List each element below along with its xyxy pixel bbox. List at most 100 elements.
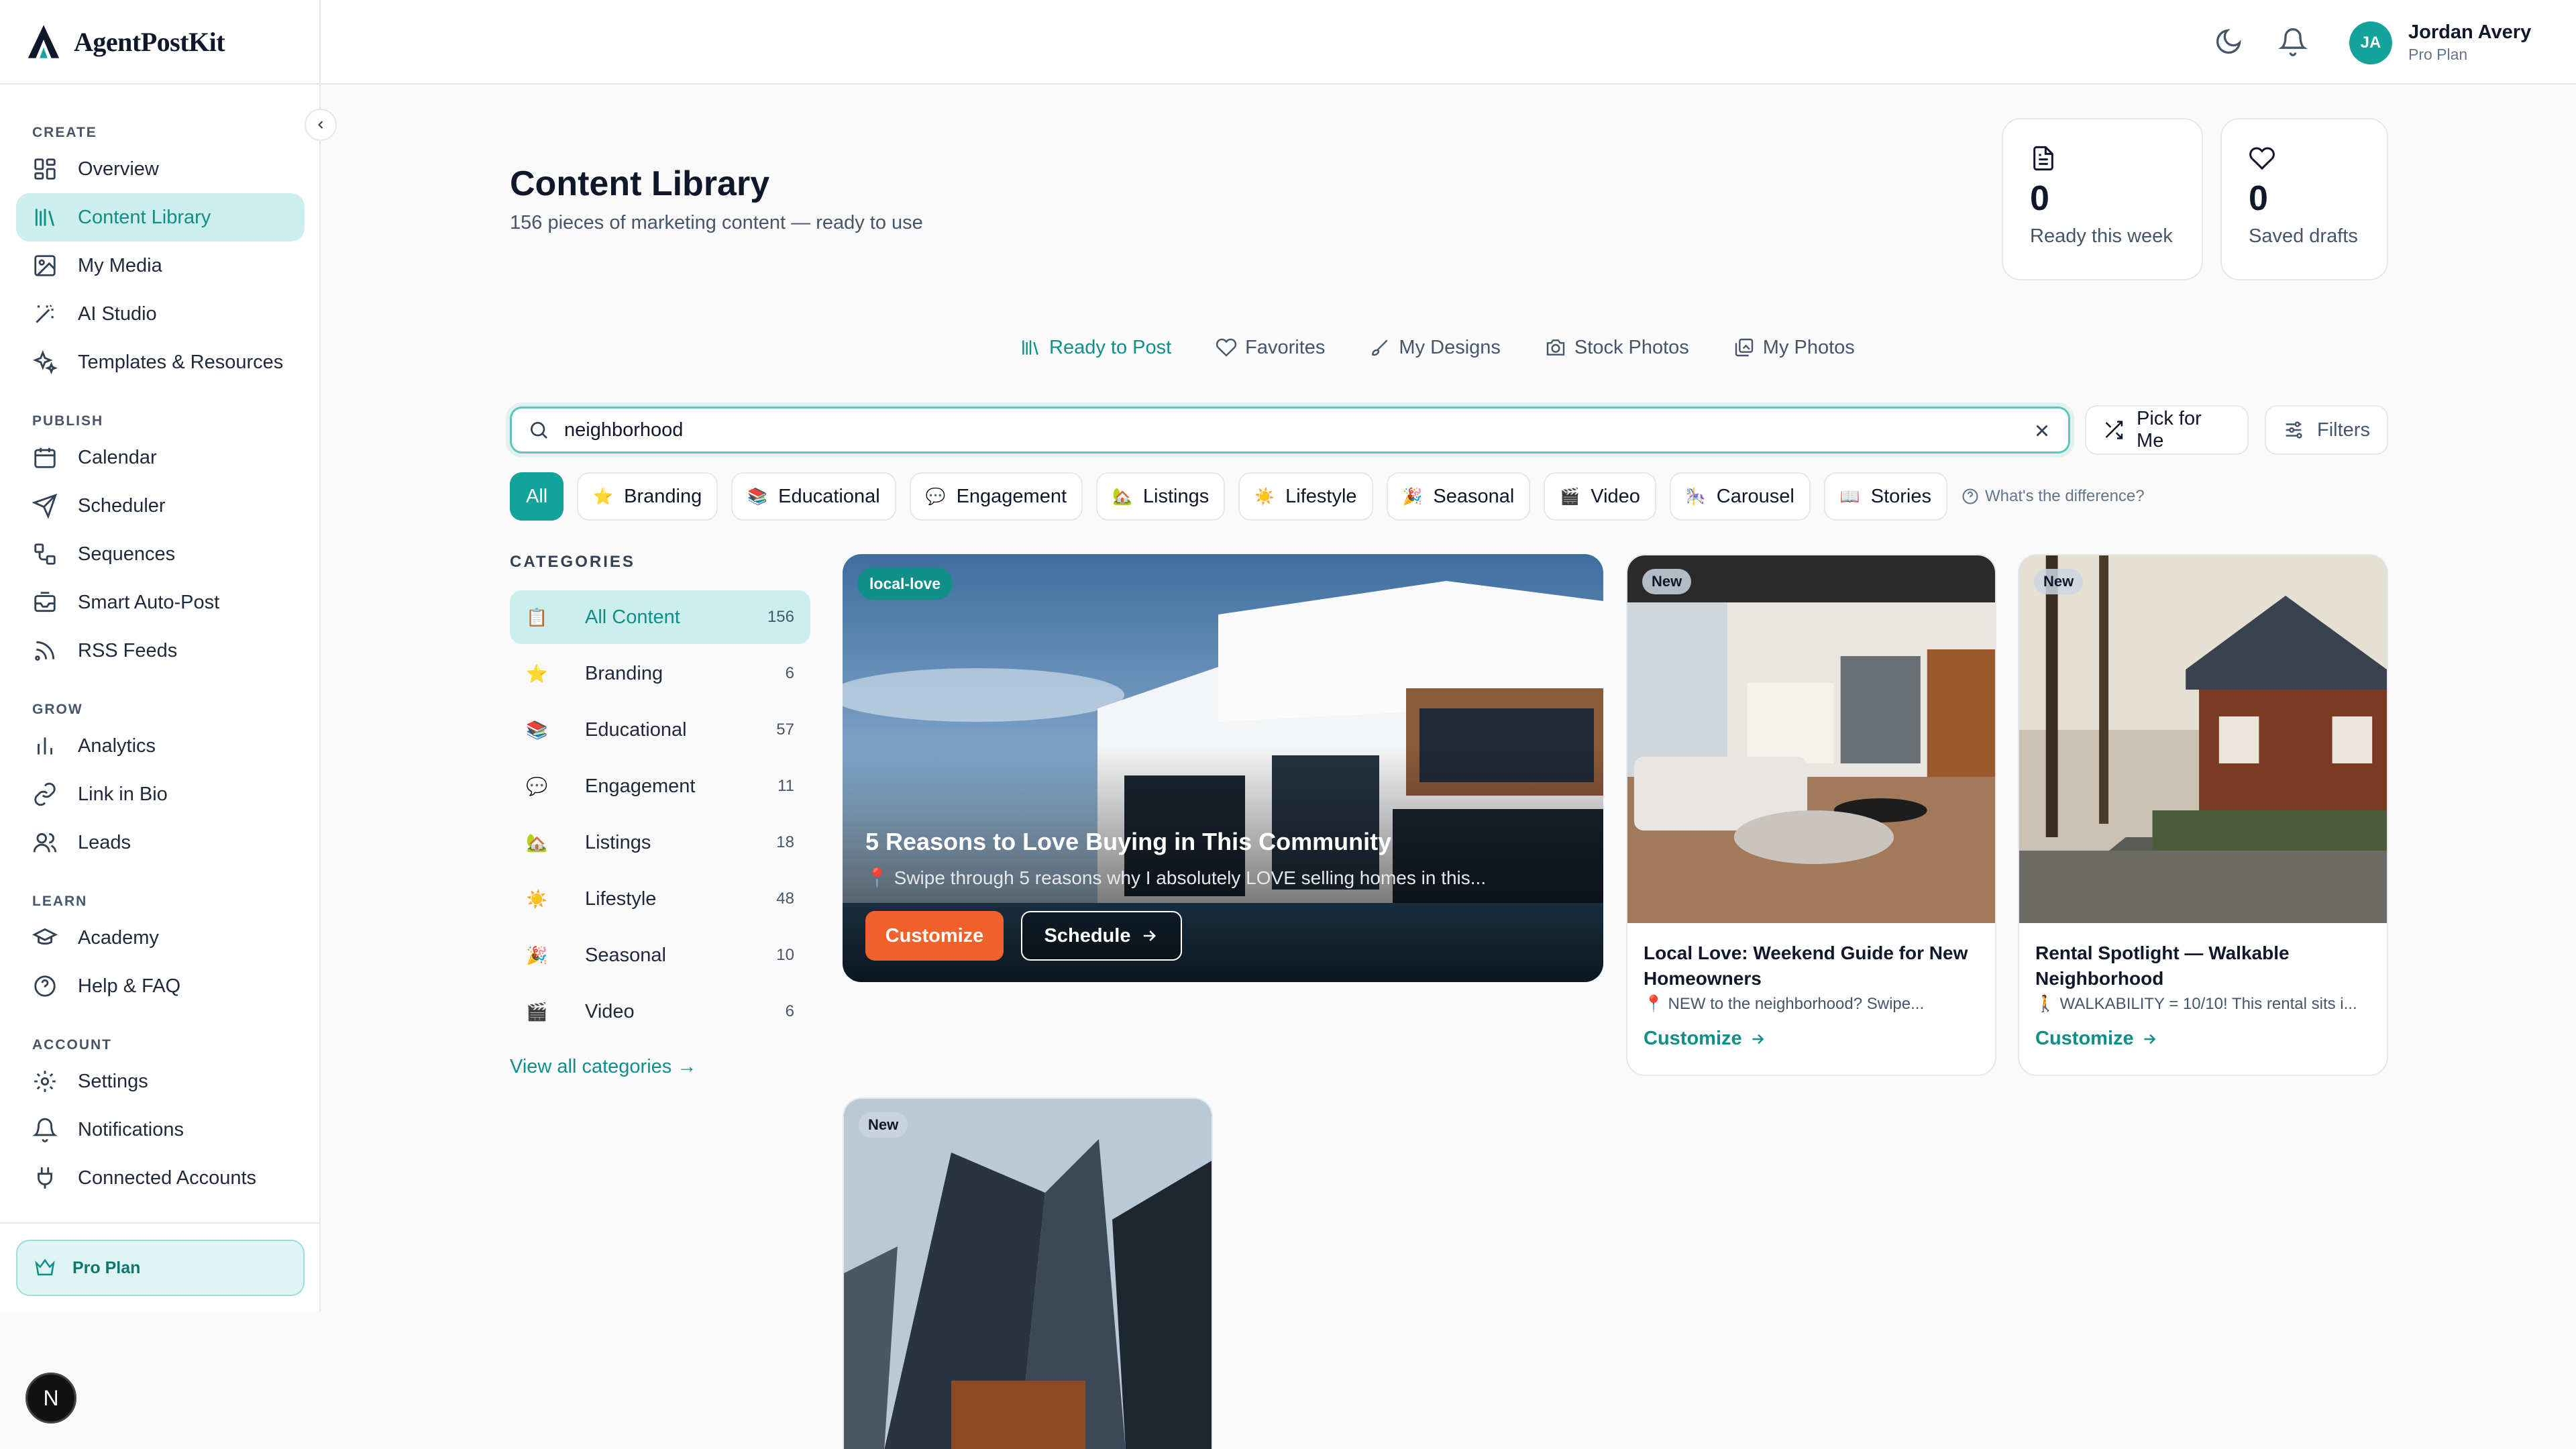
filters-label: Filters <box>2317 419 2370 441</box>
chip-educational[interactable]: 📚 Educational <box>731 472 896 521</box>
tab-ready-to-post[interactable]: Ready to Post <box>1020 337 1171 359</box>
help-circle-icon <box>1962 488 1978 504</box>
dev-badge[interactable]: N <box>25 1373 76 1424</box>
nav-section-grow: GROW Analytics Link in Bio Leads <box>16 698 305 867</box>
avatar[interactable]: JA <box>2349 21 2392 64</box>
chip-stories[interactable]: 📖 Stories <box>1823 472 1948 521</box>
stat-card-ready[interactable]: 0 Ready this week <box>2002 118 2203 280</box>
category-count: 57 <box>776 720 794 739</box>
sidebar-item-scheduler[interactable]: Scheduler <box>16 482 305 530</box>
inbox-icon <box>34 592 56 612</box>
chip-label: Carousel <box>1716 485 1794 507</box>
customize-button[interactable]: Customize <box>865 911 1004 961</box>
brand[interactable]: AgentPostKit <box>0 0 319 85</box>
tab-my-designs[interactable]: My Designs <box>1369 337 1501 359</box>
chip-label: Listings <box>1142 485 1210 507</box>
image-icon <box>34 255 56 276</box>
chip-branding[interactable]: ⭐ Branding <box>577 472 718 521</box>
sidebar-item-label: RSS Feeds <box>78 639 178 661</box>
pick-for-me-button[interactable]: Pick for Me <box>2085 405 2249 455</box>
sidebar-item-calendar[interactable]: Calendar <box>16 433 305 482</box>
sidebar-item-academy[interactable]: Academy <box>16 914 305 962</box>
sidebar-item-analytics[interactable]: Analytics <box>16 722 305 770</box>
category-all-content[interactable]: 📋 All Content 156 <box>510 590 810 644</box>
sidebar-item-leads[interactable]: Leads <box>16 818 305 867</box>
content-card[interactable]: New Local Love: Weekend Guide for New Ho… <box>1626 554 1996 1076</box>
view-all-categories-link[interactable]: View all categories → <box>510 1056 696 1078</box>
chip-all[interactable]: All <box>510 472 564 521</box>
whats-the-difference-link[interactable]: What's the difference? <box>1961 487 2145 506</box>
content-card[interactable]: New <box>843 1097 1213 1449</box>
party-icon: 🎉 <box>1402 487 1423 506</box>
star-icon: ⭐ <box>593 487 614 506</box>
chip-carousel[interactable]: 🎠 Carousel <box>1669 472 1811 521</box>
book-icon: 📖 <box>1839 487 1860 506</box>
camera-icon <box>1546 339 1565 356</box>
chip-video[interactable]: 🎬 Video <box>1544 472 1656 521</box>
search-input[interactable]: neighborhood <box>510 407 2070 453</box>
sidebar-item-templates[interactable]: Templates & Resources <box>16 338 305 386</box>
sidebar-item-connected-accounts[interactable]: Connected Accounts <box>16 1154 305 1202</box>
new-badge: New <box>2034 569 2084 594</box>
category-count: 10 <box>776 946 794 964</box>
category-label: Video <box>585 1000 635 1022</box>
category-video[interactable]: 🎬 Video 6 <box>510 985 810 1038</box>
sidebar-item-sequences[interactable]: Sequences <box>16 530 305 578</box>
tab-my-photos[interactable]: My Photos <box>1733 337 1855 359</box>
sun-icon: ☀️ <box>1254 487 1275 506</box>
stat-card-drafts[interactable]: 0 Saved drafts <box>2220 118 2388 280</box>
chip-label: Seasonal <box>1433 485 1515 507</box>
sidebar-item-content-library[interactable]: Content Library <box>16 193 305 241</box>
sidebar-item-smart-auto-post[interactable]: Smart Auto-Post <box>16 578 305 627</box>
user-name[interactable]: Jordan Avery <box>2408 21 2531 44</box>
pro-plan-button[interactable]: Pro Plan <box>16 1240 305 1296</box>
arrow-right-icon <box>1144 930 1157 941</box>
sidebar-item-label: Sequences <box>78 543 176 565</box>
category-educational[interactable]: 📚 Educational 57 <box>510 703 810 757</box>
sidebar-item-notifications[interactable]: Notifications <box>16 1106 305 1154</box>
filters-button[interactable]: Filters <box>2265 405 2388 455</box>
category-lifestyle[interactable]: ☀️ Lifestyle 48 <box>510 872 810 926</box>
card-customize-link[interactable]: Customize <box>2035 1028 2158 1050</box>
card-image-cottage <box>2019 555 2387 923</box>
nav-section-publish: PUBLISH Calendar Scheduler Sequences Sma… <box>16 409 305 675</box>
featured-content-card[interactable]: local-love 5 Reasons to Love Buying in T… <box>843 554 1603 982</box>
category-label: Engagement <box>585 775 696 797</box>
card-customize-link[interactable]: Customize <box>1644 1028 1766 1050</box>
chip-engagement[interactable]: 💬 Engagement <box>909 472 1083 521</box>
category-label: Branding <box>585 662 663 684</box>
category-label: Lifestyle <box>585 888 657 910</box>
sidebar-item-rss-feeds[interactable]: RSS Feeds <box>16 627 305 675</box>
stat-value: 0 <box>2030 179 2049 218</box>
sidebar-item-settings[interactable]: Settings <box>16 1057 305 1106</box>
chip-seasonal[interactable]: 🎉 Seasonal <box>1386 472 1531 521</box>
sidebar-item-ai-studio[interactable]: AI Studio <box>16 290 305 338</box>
nav-section-create: CREATE Overview Content Library My Media… <box>16 121 305 386</box>
chip-listings[interactable]: 🏡 Listings <box>1096 472 1226 521</box>
carousel-icon: 🎠 <box>1685 487 1706 506</box>
sidebar-item-label: Smart Auto-Post <box>78 591 220 613</box>
notifications-bell-icon[interactable] <box>2278 27 2308 56</box>
dark-mode-icon[interactable] <box>2214 27 2243 56</box>
category-engagement[interactable]: 💬 Engagement 11 <box>510 759 810 813</box>
sidebar-item-help[interactable]: Help & FAQ <box>16 962 305 1010</box>
tab-favorites[interactable]: Favorites <box>1216 337 1325 359</box>
house-icon: 🏡 <box>526 832 548 853</box>
clear-search-icon[interactable] <box>2032 421 2052 441</box>
sidebar-item-overview[interactable]: Overview <box>16 145 305 193</box>
bell-icon <box>32 1118 58 1142</box>
chip-lifestyle[interactable]: ☀️ Lifestyle <box>1238 472 1373 521</box>
wand-icon <box>36 305 54 323</box>
category-seasonal[interactable]: 🎉 Seasonal 10 <box>510 928 810 982</box>
category-listings[interactable]: 🏡 Listings 18 <box>510 816 810 869</box>
sidebar-item-my-media[interactable]: My Media <box>16 241 305 290</box>
page-subtitle: 156 pieces of marketing content — ready … <box>510 212 923 233</box>
sidebar-item-label: AI Studio <box>78 303 157 325</box>
category-branding[interactable]: ⭐ Branding 6 <box>510 647 810 700</box>
collapse-sidebar-button[interactable] <box>305 109 337 141</box>
tab-stock-photos[interactable]: Stock Photos <box>1545 337 1689 359</box>
content-card[interactable]: New Rental Spotlight — Walkable Neighbor… <box>2018 554 2388 1076</box>
sidebar-item-link-in-bio[interactable]: Link in Bio <box>16 770 305 818</box>
schedule-button[interactable]: Schedule <box>1021 911 1182 961</box>
user-plan: Pro Plan <box>2408 46 2468 63</box>
